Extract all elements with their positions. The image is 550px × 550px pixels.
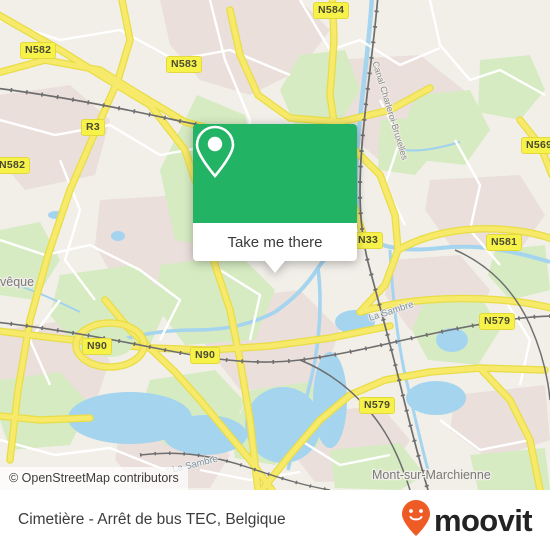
road-shield[interactable]: N569 [521,137,550,154]
road-shield[interactable]: N582 [0,157,31,174]
callout-pointer-tail [265,261,285,273]
osm-attribution[interactable]: © OpenStreetMap contributors [0,467,188,490]
place-label: Mont-sur-Marchienne [372,468,491,482]
location-title: Cimetière - Arrêt de bus TEC, Belgique [18,511,286,528]
map-canvas[interactable]: N582 N583 R3 N582 N584 N569 N33 N581 N57… [0,0,550,490]
road-shield[interactable]: N584 [313,2,350,19]
road-shield[interactable]: R3 [81,119,106,136]
map-screenshot: N582 N583 R3 N582 N584 N569 N33 N581 N57… [0,0,550,550]
road-shield[interactable]: N582 [20,42,57,59]
location-callout-card[interactable]: Take me there [193,124,357,273]
moovit-wordmark: moovit [433,502,533,538]
road-shield[interactable]: N90 [190,347,221,364]
road-shield[interactable]: N90 [82,338,113,355]
road-shield[interactable]: N33 [353,232,384,249]
road-shield[interactable]: N581 [486,234,523,251]
footer-bar: Cimetière - Arrêt de bus TEC, Belgique m… [0,490,550,550]
callout-icon-panel [193,124,357,223]
take-me-there-label: Take me there [227,233,323,251]
road-shield[interactable]: N579 [479,313,516,330]
moovit-pin-smile-icon [401,499,431,542]
moovit-logo[interactable]: moovit [401,499,533,542]
place-label: vêque [0,275,35,289]
take-me-there-button[interactable]: Take me there [193,223,357,261]
road-shield[interactable]: N579 [359,397,396,414]
road-shield[interactable]: N583 [166,56,203,73]
